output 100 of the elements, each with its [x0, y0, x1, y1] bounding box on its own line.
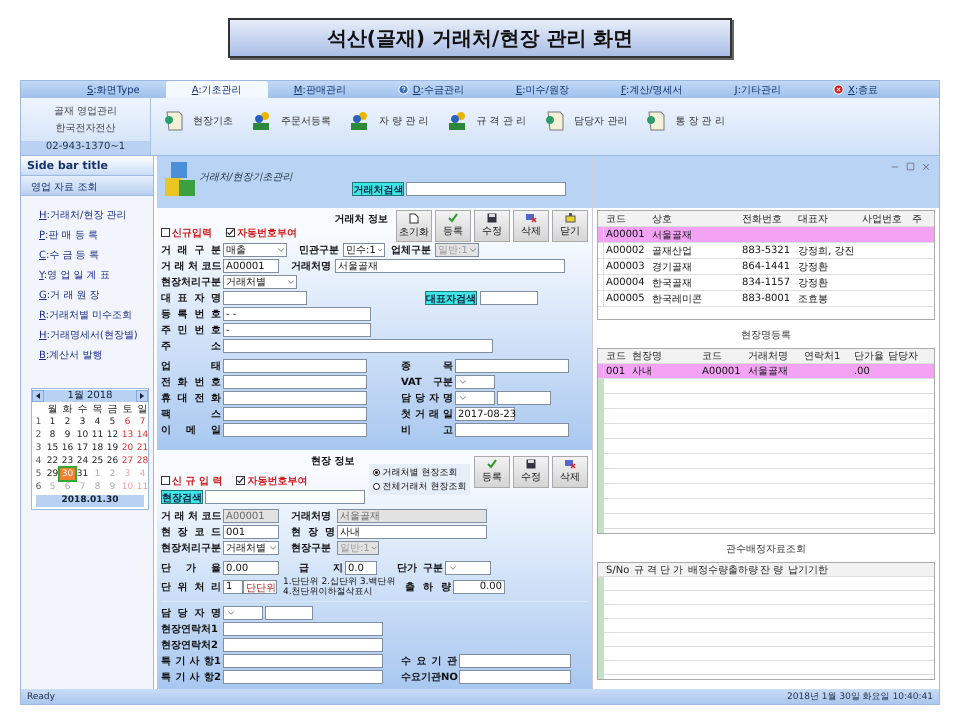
maximize-icon[interactable] — [906, 162, 915, 171]
sidebar-link[interactable]: R:거래처별 미수조회 — [39, 308, 153, 322]
input-field[interactable] — [497, 391, 551, 406]
dropdown[interactable]: 매출 — [223, 243, 287, 258]
search-field[interactable] — [205, 490, 365, 504]
calendar-day[interactable]: 2 — [60, 416, 75, 428]
dropdown[interactable] — [455, 375, 495, 390]
sidebar-link[interactable]: C:수 금 등 록 — [39, 248, 153, 262]
radio-option[interactable]: 전체거래처 현장조회 — [372, 480, 466, 493]
checkbox[interactable]: 자동번호부여 — [236, 474, 308, 488]
input-field[interactable] — [459, 654, 571, 668]
calendar-day[interactable]: 10 — [75, 428, 90, 440]
toolbar-button[interactable]: 닫기 — [552, 210, 588, 242]
dropdown[interactable]: 거래처별 — [223, 541, 279, 556]
toolbar-item[interactable]: 통 장 관 리 — [645, 110, 725, 132]
calendar-day[interactable]: 17 — [75, 442, 90, 454]
input-field[interactable] — [459, 670, 571, 684]
calendar-day[interactable]: 6 — [120, 416, 135, 428]
close-icon[interactable] — [921, 162, 931, 172]
calendar-day[interactable]: 22 — [45, 454, 60, 466]
search-button[interactable]: 현장검색 — [161, 490, 203, 504]
calendar-day[interactable]: 27 — [120, 454, 135, 466]
toolbar-item[interactable]: 규 격 관 리 — [446, 110, 526, 132]
input-field[interactable] — [223, 339, 493, 354]
calendar-day[interactable]: 20 — [120, 442, 135, 454]
sidebar-link[interactable]: Y:영 업 일 계 표 — [39, 268, 153, 282]
search-button[interactable]: 대표자검색 — [425, 291, 477, 306]
toolbar-button[interactable]: 초기화 — [396, 210, 432, 242]
date-picker[interactable]: 2017-08-23 — [455, 407, 515, 422]
checkbox[interactable]: 신규입력 — [161, 226, 212, 240]
menu-tab[interactable]: F:계산/명세서 — [594, 81, 709, 98]
sidebar-link[interactable]: B:계산서 발행 — [39, 348, 153, 362]
toolbar-button[interactable]: 삭제 — [513, 210, 549, 242]
input-field[interactable] — [223, 291, 307, 306]
search-button[interactable]: 거래처검색 — [352, 182, 404, 196]
sidebar-link[interactable]: P:판 매 등 록 — [39, 228, 153, 242]
input-field[interactable]: 사내 — [337, 525, 487, 540]
toolbar-item[interactable]: 자 량 관 리 — [349, 110, 429, 132]
dropdown[interactable] — [455, 391, 495, 406]
calendar-day[interactable]: 11 — [90, 428, 105, 440]
input-field[interactable]: 0.0 — [345, 561, 377, 576]
menu-tab[interactable]: J:기타관리 — [708, 81, 807, 98]
toolbar-button[interactable]: 수정 — [474, 210, 510, 242]
toolbar-button[interactable]: 수정 — [513, 456, 549, 488]
prev-button[interactable] — [32, 390, 44, 402]
next-button[interactable] — [136, 390, 148, 402]
search-field[interactable] — [406, 182, 566, 196]
input-field[interactable] — [223, 375, 367, 390]
calendar-day[interactable]: 15 — [45, 442, 60, 454]
dropdown[interactable]: 거래처별 — [223, 275, 297, 290]
menu-tab[interactable]: D:수금관리 — [372, 81, 490, 98]
input-field[interactable] — [455, 359, 569, 374]
input-field[interactable]: 0.00 — [223, 561, 279, 576]
calendar-day[interactable]: 25 — [90, 454, 105, 466]
calendar-day[interactable]: 18 — [90, 442, 105, 454]
calendar-day[interactable]: 26 — [105, 454, 120, 466]
calendar-day[interactable]: 12 — [105, 428, 120, 440]
checkbox[interactable]: 신 규 입 력 — [161, 474, 222, 488]
input-field[interactable]: 0.00 — [453, 580, 505, 594]
calendar-day[interactable]: 4 — [90, 416, 105, 428]
calendar-day[interactable]: 3 — [75, 416, 90, 428]
input-field[interactable] — [223, 670, 383, 684]
input-field[interactable] — [223, 359, 367, 374]
input-field[interactable] — [265, 606, 313, 620]
calendar-day[interactable]: 1 — [45, 416, 60, 428]
menu-tab[interactable]: X:종료 — [806, 81, 904, 98]
calendar-day[interactable]: 24 — [75, 454, 90, 466]
calendar-day[interactable]: 29 — [45, 468, 60, 480]
input-field[interactable] — [455, 423, 569, 438]
toolbar-item[interactable]: 현장기초 — [163, 110, 233, 132]
input-field[interactable] — [223, 391, 367, 406]
calendar-day[interactable]: 16 — [60, 442, 75, 454]
menu-tab[interactable]: S:화면Type — [61, 81, 166, 98]
toolbar-item[interactable]: 담당자 관리 — [544, 110, 628, 132]
menu-tab[interactable]: M:판매관리 — [268, 81, 372, 98]
calendar-day[interactable]: 14 — [135, 428, 150, 440]
input-field[interactable]: A00001 — [223, 259, 279, 274]
sidebar-link[interactable]: G:거 래 원 장 — [39, 288, 153, 302]
input-field[interactable]: 001 — [223, 525, 279, 540]
calendar-day[interactable]: 8 — [45, 428, 60, 440]
calendar-day[interactable]: 5 — [105, 416, 120, 428]
checkbox[interactable]: 자동번호부여 — [226, 226, 297, 240]
sidebar-link[interactable]: H:거래처/현장 관리 — [39, 208, 153, 222]
input-field[interactable]: - - — [223, 307, 371, 322]
dropdown[interactable] — [445, 561, 491, 576]
toolbar-button[interactable]: 삭제 — [552, 456, 588, 488]
calendar-day[interactable]: 19 — [105, 442, 120, 454]
calendar-day[interactable]: 7 — [135, 416, 150, 428]
input-field[interactable]: 서울골재 — [335, 259, 565, 274]
input-field[interactable] — [223, 622, 383, 636]
calendar-day[interactable]: 21 — [135, 442, 150, 454]
toolbar-button[interactable]: 등록 — [435, 210, 471, 242]
dropdown[interactable] — [223, 606, 263, 620]
dropdown[interactable]: 민수:1 — [343, 243, 385, 258]
input-field[interactable] — [223, 638, 383, 652]
radio-option[interactable]: 거래처별 현장조회 — [372, 466, 466, 479]
menu-tab[interactable]: E:미수/원장 — [490, 81, 595, 98]
calendar-day[interactable]: 13 — [120, 428, 135, 440]
calendar-day[interactable]: 28 — [135, 454, 150, 466]
toolbar-button[interactable]: 등록 — [474, 456, 510, 488]
